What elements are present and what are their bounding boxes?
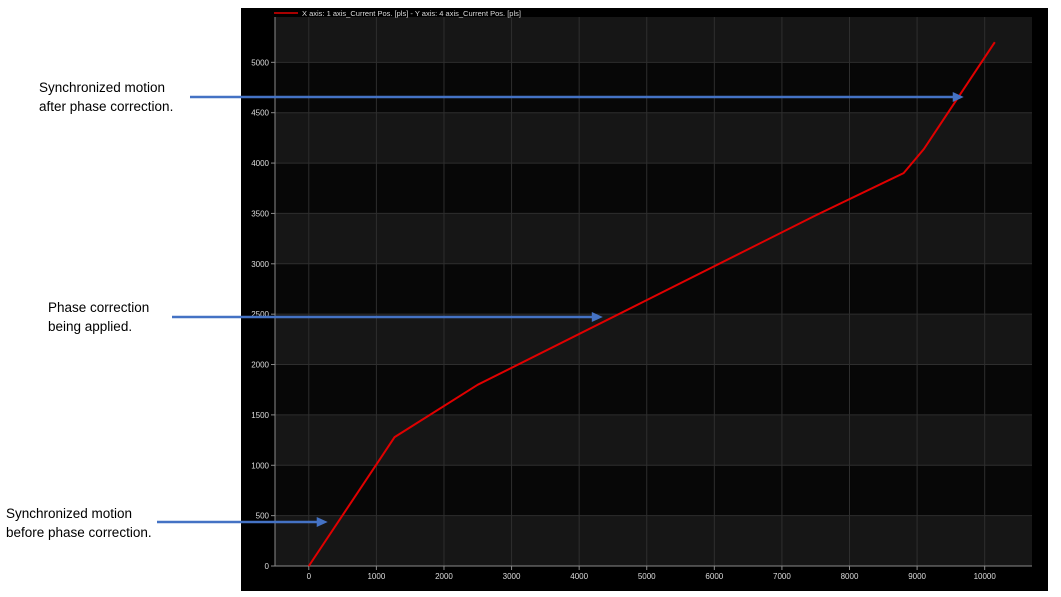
- annotation-line: Synchronized motion: [6, 506, 133, 521]
- plot-band: [275, 213, 1032, 264]
- y-tick-label: 500: [256, 512, 270, 521]
- x-tick-label: 1000: [367, 572, 385, 581]
- x-tick-label: 3000: [503, 572, 521, 581]
- x-tick-label: 4000: [570, 572, 588, 581]
- annotation-before-phase-correction: Synchronized motion before phase correct…: [6, 504, 152, 542]
- plot-band: [275, 163, 1032, 214]
- plot-band: [275, 515, 1032, 566]
- y-tick-label: 3000: [251, 260, 269, 269]
- x-tick-label: 2000: [435, 572, 453, 581]
- annotation-phase-correction-applied: Phase correction being applied.: [48, 298, 149, 336]
- plot-band: [275, 465, 1032, 516]
- annotation-line: after phase correction.: [39, 99, 174, 114]
- y-tick-label: 4500: [251, 109, 269, 118]
- plot-band: [275, 364, 1032, 415]
- y-tick-label: 1500: [251, 411, 269, 420]
- plot-band: [275, 314, 1032, 365]
- annotation-line: before phase correction.: [6, 525, 152, 540]
- annotation-line: Phase correction: [48, 300, 150, 315]
- y-tick-label: 4000: [251, 159, 269, 168]
- plot-band: [275, 62, 1032, 113]
- x-tick-label: 5000: [638, 572, 656, 581]
- x-tick-label: 0: [307, 572, 312, 581]
- y-tick-label: 3500: [251, 209, 269, 218]
- legend-label: X axis: 1 axis_Current Pos. [pls] - Y ax…: [302, 9, 521, 18]
- x-tick-label: 6000: [705, 572, 723, 581]
- plot-band: [275, 17, 1032, 63]
- annotation-after-phase-correction: Synchronized motion after phase correcti…: [39, 78, 173, 116]
- plot-band: [275, 263, 1032, 315]
- y-tick-label: 0: [265, 562, 270, 571]
- y-tick-label: 5000: [251, 58, 269, 67]
- annotation-line: Synchronized motion: [39, 80, 166, 95]
- x-tick-label: 8000: [841, 572, 859, 581]
- y-tick-label: 2500: [251, 310, 269, 319]
- y-tick-label: 1000: [251, 461, 269, 470]
- y-tick-label: 2000: [251, 361, 269, 370]
- chart-panel: 0 1000 2000 3000 4000 5000 6000 7000 8000 9000 100…: [241, 8, 1048, 591]
- annotation-line: being applied.: [48, 319, 133, 334]
- x-tick-label: 10000: [974, 572, 997, 581]
- x-tick-label: 9000: [908, 572, 926, 581]
- chart-plot: 0 1000 2000 3000 4000 5000 6000 7000 8000 9000 100…: [251, 9, 1032, 581]
- plot-band: [275, 414, 1032, 466]
- x-tick-label: 7000: [773, 572, 791, 581]
